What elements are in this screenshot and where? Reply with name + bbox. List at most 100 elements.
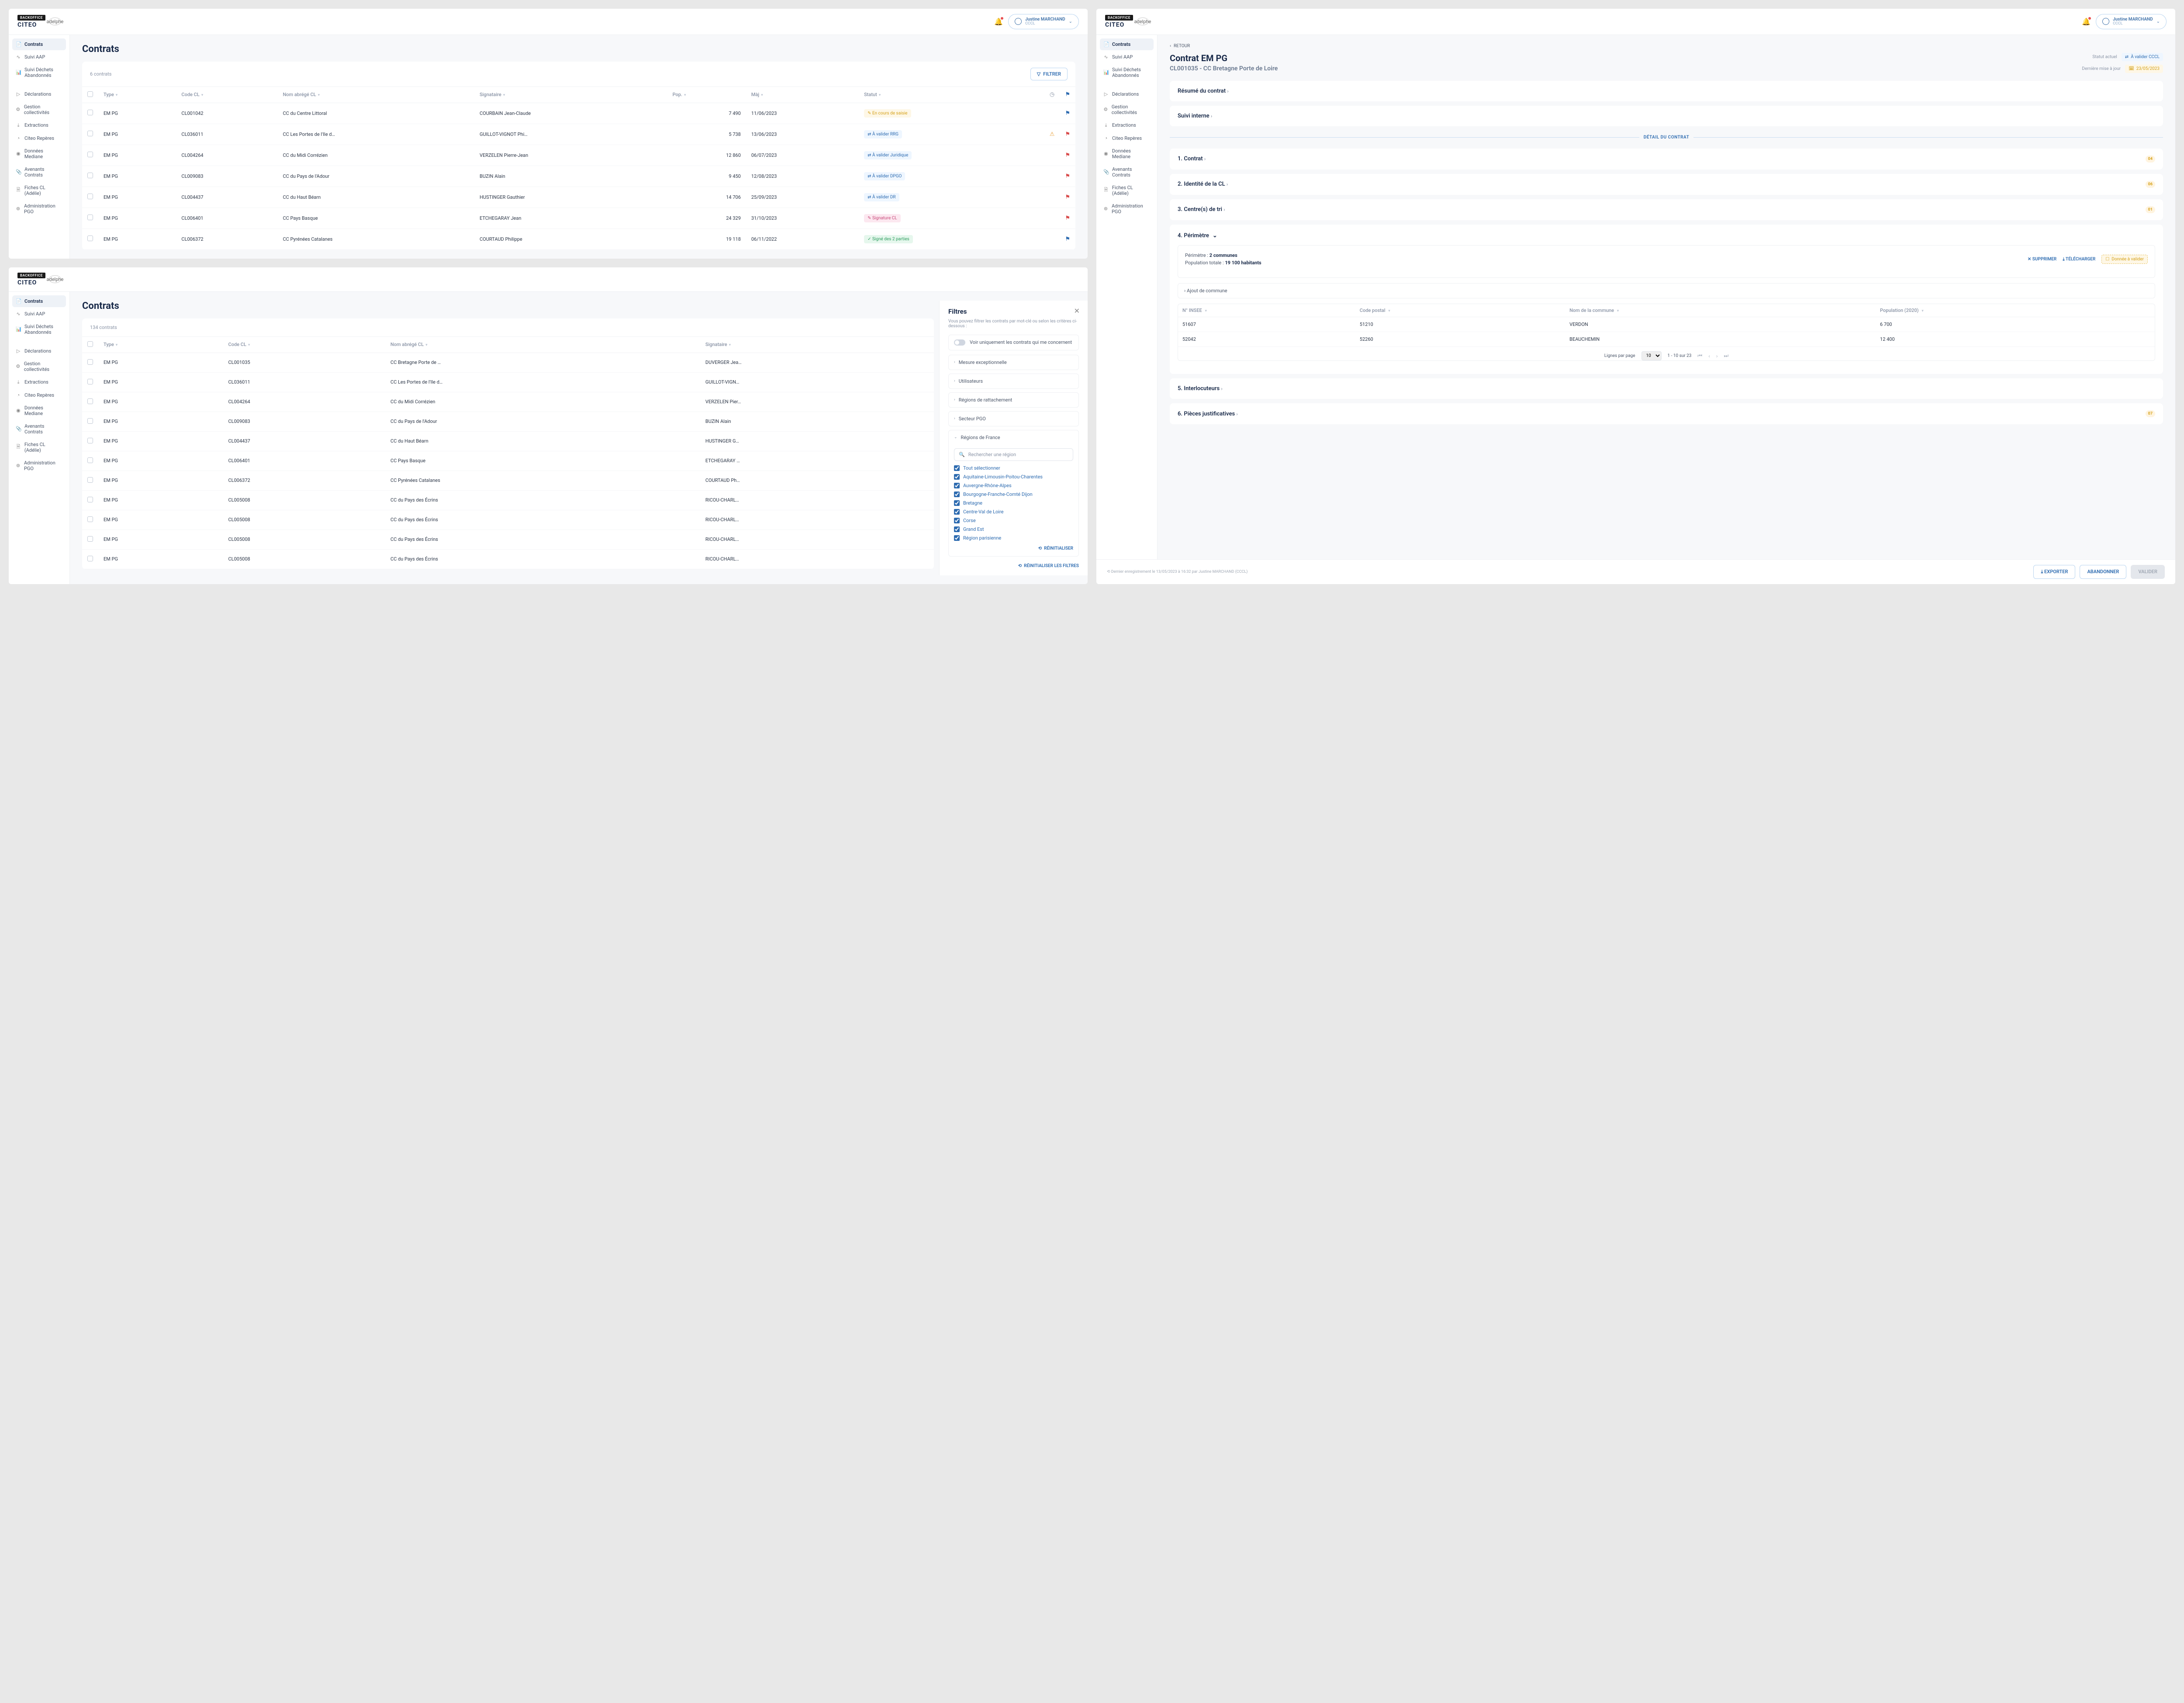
sidebar-item[interactable]: 📊Suivi Déchets Abandonnés <box>12 64 66 81</box>
region-checkbox[interactable]: Tout sélectionner <box>954 465 1073 471</box>
user-menu[interactable]: Justine MARCHAND CCCL ⌄ <box>1008 14 1079 29</box>
checkbox[interactable] <box>87 556 93 561</box>
cell-flag[interactable]: ⚑ <box>1060 228 1075 249</box>
checkbox[interactable] <box>87 131 93 136</box>
abandon-button[interactable]: ABANDONNER <box>2080 565 2126 579</box>
table-row[interactable]: EM PGCL006401CC Pays BasqueETCHEGARAY … <box>82 451 934 471</box>
checkbox-input[interactable] <box>954 500 960 506</box>
table-row[interactable]: EM PGCL006401CC Pays BasqueETCHEGARAY Je… <box>82 208 1075 228</box>
col-header[interactable]: Pop.▾ <box>667 87 746 103</box>
sidebar-item[interactable]: ▷Déclarations <box>12 345 66 357</box>
sidebar-item[interactable]: 🗎Fiches CL (Adélie) <box>12 439 66 456</box>
cell-flag[interactable]: ⚑ <box>1060 103 1075 124</box>
checkbox[interactable] <box>87 235 93 241</box>
checkbox[interactable] <box>87 110 93 115</box>
sidebar-item[interactable]: ◔Citeo Repères <box>1100 132 1154 144</box>
sidebar-item[interactable]: ⚙Gestion collectivités <box>1100 101 1154 118</box>
region-checkbox[interactable]: Corse <box>954 518 1073 523</box>
filter-button[interactable]: ▽ FILTRER <box>1030 68 1068 80</box>
region-checkbox[interactable]: Bretagne <box>954 500 1073 506</box>
checkbox-input[interactable] <box>954 509 960 515</box>
col-header[interactable]: N° INSEE ▾ <box>1178 304 1355 317</box>
sidebar-item[interactable]: ◉Données Mediane <box>12 145 66 163</box>
table-row[interactable]: EM PGCL005008CC du Pays des ÉcrinsRICOU-… <box>82 490 934 510</box>
table-row[interactable]: EM PGCL004437CC du Haut BéarnHUSTINGER G… <box>82 431 934 451</box>
section-contrat[interactable]: 1. Contrat › 04 <box>1170 149 2163 170</box>
sidebar-item[interactable]: 📎Avenants Contrats <box>12 163 66 181</box>
region-checkbox[interactable]: Région parisienne <box>954 535 1073 541</box>
sidebar-item[interactable]: 📎Avenants Contrats <box>1100 163 1154 181</box>
cell-flag[interactable]: ⚑ <box>1060 145 1075 166</box>
sidebar-item[interactable]: 📄Contrats <box>12 295 66 307</box>
table-row[interactable]: EM PGCL009083CC du Pays de l'AdourBUZIN … <box>82 412 934 431</box>
table-row[interactable]: EM PGCL036011CC Les Portes de l'Ile de F… <box>82 372 934 392</box>
checkbox[interactable] <box>87 359 93 365</box>
pager-prev[interactable]: ‹ <box>1708 353 1710 359</box>
checkbox-input[interactable] <box>954 465 960 471</box>
checkbox[interactable] <box>87 194 93 199</box>
sidebar-item[interactable]: ⊛Administration PGO <box>1100 200 1154 218</box>
sidebar-item[interactable]: ▷Déclarations <box>12 88 66 100</box>
filter-section[interactable]: ›Régions de rattachement <box>949 393 1078 407</box>
table-row[interactable]: EM PGCL036011CC Les Portes de l'Ile de F… <box>82 124 1075 145</box>
col-header[interactable]: Nom abrégé CL▾ <box>385 337 700 353</box>
sidebar-item[interactable]: 🗎Fiches CL (Adélie) <box>12 182 66 199</box>
donnee-valider-badge[interactable]: ☐ Donnée à valider <box>2101 255 2148 264</box>
sidebar-item[interactable]: 📄Contrats <box>1100 38 1154 50</box>
checkbox[interactable] <box>87 418 93 424</box>
region-checkbox[interactable]: Aquitaine-Limousin-Poitou-Charentes <box>954 474 1073 480</box>
pager-last[interactable]: ⏭ <box>1724 353 1728 359</box>
col-header[interactable]: Type▾ <box>98 337 223 353</box>
perimetre-head[interactable]: 4. Périmètre ⌄ <box>1178 232 2155 239</box>
sidebar-item[interactable]: ⚙Gestion collectivités <box>12 101 66 118</box>
col-header[interactable]: Màj▾ <box>746 87 859 103</box>
region-checkbox[interactable]: Centre-Val de Loire <box>954 509 1073 515</box>
checkbox[interactable] <box>87 398 93 404</box>
sidebar-item[interactable]: 🗎Fiches CL (Adélie) <box>1100 182 1154 199</box>
reset-all-filters-button[interactable]: ⟲ RÉINITIALISER LES FILTRES <box>1018 564 1079 568</box>
cell-flag[interactable]: ⚑ <box>1060 124 1075 145</box>
section-suivi[interactable]: Suivi interne › <box>1170 106 2163 126</box>
telecharger-button[interactable]: ⤓ TÉLÉCHARGER <box>2063 257 2095 262</box>
section-interlocuteurs[interactable]: 5. Interlocuteurs › <box>1170 378 2163 399</box>
sidebar-item[interactable]: ∿Suivi AAP <box>12 51 66 63</box>
sidebar-item[interactable]: ⤓Extractions <box>12 119 66 132</box>
sidebar-item[interactable]: ◔Citeo Repères <box>12 132 66 144</box>
filter-toggle-mine[interactable]: Voir uniquement les contrats qui me conc… <box>948 335 1079 350</box>
cell-flag[interactable]: ⚑ <box>1060 166 1075 187</box>
notifications-icon[interactable]: 🔔 <box>2082 17 2091 26</box>
table-row[interactable]: EM PGCL004437CC du Haut BéarnHUSTINGER G… <box>82 187 1075 208</box>
sidebar-item[interactable]: ⤓Extractions <box>12 376 66 388</box>
checkbox[interactable] <box>87 379 93 384</box>
cell-flag[interactable]: ⚑ <box>1060 187 1075 208</box>
toggle-icon[interactable] <box>954 339 965 346</box>
region-checkbox[interactable]: Bourgogne-Franche-Comté Dijon <box>954 492 1073 497</box>
col-header[interactable]: Signataire▾ <box>700 337 934 353</box>
checkbox-input[interactable] <box>954 483 960 488</box>
region-search[interactable]: 🔍 Rechercher une région <box>954 448 1073 461</box>
filter-section[interactable]: ›Secteur PGO <box>949 412 1078 426</box>
table-row[interactable]: EM PGCL001042CC du Centre LittoralCOURBA… <box>82 103 1075 124</box>
sidebar-item[interactable]: ◉Données Mediane <box>12 402 66 419</box>
checkbox[interactable] <box>87 215 93 220</box>
checkbox-input[interactable] <box>954 526 960 532</box>
sidebar-item[interactable]: ⤓Extractions <box>1100 119 1154 132</box>
sidebar-item[interactable]: ⊛Administration PGO <box>12 457 66 474</box>
checkbox[interactable] <box>87 152 93 157</box>
col-header[interactable]: Signataire▾ <box>474 87 667 103</box>
sidebar-item[interactable]: 📄Contrats <box>12 38 66 50</box>
sidebar-item[interactable]: ▷Déclarations <box>1100 88 1154 100</box>
col-header[interactable]: Code CL▾ <box>176 87 277 103</box>
checkbox-input[interactable] <box>954 492 960 497</box>
pager-select[interactable]: 10 <box>1641 351 1662 360</box>
col-header[interactable]: Code postal ▾ <box>1355 304 1565 317</box>
sidebar-item[interactable]: ⊛Administration PGO <box>12 200 66 218</box>
ajout-commune[interactable]: › Ajout de commune <box>1178 283 2155 298</box>
pager-next[interactable]: › <box>1716 353 1718 359</box>
region-checkbox[interactable]: Grand Est <box>954 526 1073 532</box>
table-row[interactable]: 5204252260BEAUCHEMIN12 400 <box>1178 332 2155 347</box>
col-header[interactable]: Code CL▾ <box>223 337 385 353</box>
checkbox[interactable] <box>87 438 93 443</box>
sidebar-item[interactable]: 📎Avenants Contrats <box>12 420 66 438</box>
user-menu[interactable]: Justine MARCHAND CCCL ⌄ <box>2096 14 2167 29</box>
